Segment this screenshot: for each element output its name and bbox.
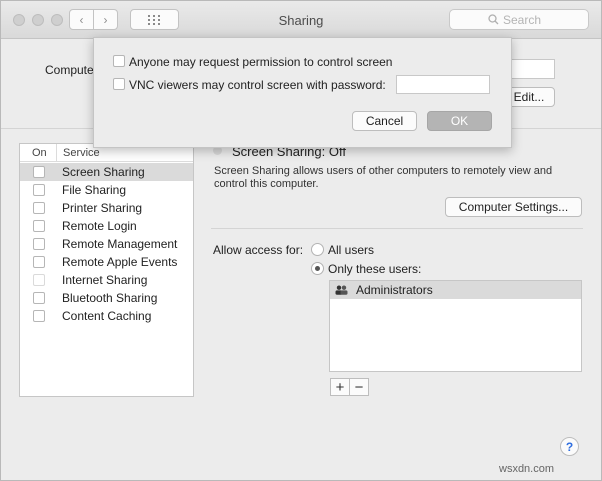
service-checkbox[interactable]: [33, 202, 45, 214]
service-row-printer-sharing[interactable]: Printer Sharing: [20, 199, 193, 217]
computer-settings-button[interactable]: Computer Settings...: [445, 197, 582, 217]
vnc-option[interactable]: VNC viewers may control screen with pass…: [113, 78, 403, 92]
window-title: Sharing: [278, 13, 324, 28]
cancel-button[interactable]: Cancel: [352, 111, 417, 131]
back-button[interactable]: ‹: [69, 9, 94, 30]
all-users-label[interactable]: All users: [328, 243, 374, 257]
user-name: Administrators: [356, 283, 433, 297]
all-users-radio[interactable]: [311, 243, 324, 256]
users-list: Administrators: [329, 280, 582, 372]
service-row-screen-sharing[interactable]: Screen Sharing: [20, 163, 193, 181]
watermark: wsxdn.com: [499, 463, 555, 475]
close-window-button[interactable]: [13, 14, 25, 26]
only-these-users-label[interactable]: Only these users:: [328, 262, 421, 276]
divider: [211, 228, 583, 229]
minimize-window-button[interactable]: [32, 14, 44, 26]
vnc-password-field[interactable]: [396, 75, 490, 94]
services-list: On Service Screen Sharing File Sharing P…: [19, 143, 194, 397]
vnc-label: VNC viewers may control screen with pass…: [129, 78, 386, 92]
search-field[interactable]: Search: [449, 9, 589, 30]
service-label: Internet Sharing: [62, 273, 148, 287]
header-service: Service: [63, 147, 100, 159]
vnc-checkbox[interactable]: [113, 78, 125, 90]
request-permission-checkbox[interactable]: [113, 55, 125, 67]
service-row-content-caching[interactable]: Content Caching: [20, 307, 193, 325]
request-permission-label: Anyone may request permission to control…: [129, 55, 393, 69]
show-all-button[interactable]: [130, 9, 179, 30]
chevron-right-icon: ›: [103, 12, 108, 27]
service-checkbox[interactable]: [33, 310, 45, 322]
service-checkbox[interactable]: [33, 166, 45, 178]
group-icon: [335, 285, 348, 295]
service-label: Content Caching: [62, 309, 152, 323]
search-placeholder: Search: [503, 13, 542, 27]
service-label: Screen Sharing: [62, 165, 145, 179]
service-row-file-sharing[interactable]: File Sharing: [20, 181, 193, 199]
request-permission-option[interactable]: Anyone may request permission to control…: [113, 55, 493, 69]
zoom-window-button[interactable]: [51, 14, 63, 26]
allow-access-label: Allow access for:: [213, 243, 304, 257]
search-icon: [488, 14, 499, 25]
service-label: File Sharing: [62, 183, 127, 197]
service-row-remote-login[interactable]: Remote Login: [20, 217, 193, 235]
help-button[interactable]: ?: [560, 437, 579, 456]
service-row-remote-management[interactable]: Remote Management: [20, 235, 193, 253]
service-checkbox[interactable]: [33, 238, 45, 250]
service-label: Remote Login: [62, 219, 137, 233]
service-label: Remote Management: [62, 237, 178, 251]
title-bar: ‹ › Sharing Search: [1, 1, 601, 39]
screen-sharing-description: Screen Sharing allows users of other com…: [214, 165, 553, 190]
access-options-sheet: Anyone may request permission to control…: [93, 37, 512, 148]
service-checkbox[interactable]: [33, 274, 45, 286]
service-label: Remote Apple Events: [62, 255, 178, 269]
service-checkbox[interactable]: [33, 256, 45, 268]
service-checkbox[interactable]: [33, 220, 45, 232]
service-checkbox[interactable]: [33, 292, 45, 304]
sharing-window: ‹ › Sharing Search Computer Name: Edit..…: [0, 0, 602, 481]
service-row-internet-sharing[interactable]: Internet Sharing: [20, 271, 193, 289]
chevron-left-icon: ‹: [79, 12, 84, 27]
service-checkbox[interactable]: [33, 184, 45, 196]
ok-button[interactable]: OK: [427, 111, 492, 131]
forward-button[interactable]: ›: [93, 9, 118, 30]
header-on: On: [32, 147, 47, 159]
service-label: Printer Sharing: [62, 201, 143, 215]
only-these-users-radio[interactable]: [311, 262, 324, 275]
service-row-bluetooth-sharing[interactable]: Bluetooth Sharing: [20, 289, 193, 307]
remove-user-button[interactable]: −: [349, 378, 369, 396]
service-row-remote-apple-events[interactable]: Remote Apple Events: [20, 253, 193, 271]
user-row-administrators[interactable]: Administrators: [330, 281, 581, 299]
service-label: Bluetooth Sharing: [62, 291, 158, 305]
add-user-button[interactable]: +: [330, 378, 350, 396]
